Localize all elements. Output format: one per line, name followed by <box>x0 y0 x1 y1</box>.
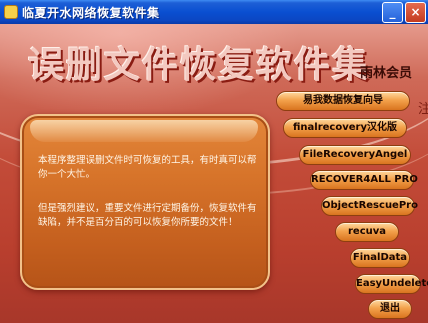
main-canvas: 误删文件恢复软件集 雨林会员 注 本程序整理误删文件时可恢复的工具，有时真可以帮… <box>0 24 428 323</box>
close-button[interactable]: × <box>405 2 426 23</box>
window-title: 临夏开水网络恢复软件集 <box>22 6 160 20</box>
info-paragraph: 但是强烈建议，重要文件进行定期备份，恢复软件有缺陷，并不是百分百的可以恢复你所要… <box>38 203 257 228</box>
banner-title: 误删文件恢复软件集 <box>28 44 371 86</box>
side-note: 注 <box>418 102 428 117</box>
app-icon <box>4 5 18 19</box>
info-paragraph: 本程序整理误删文件时可恢复的工具，有时真可以帮你一个大忙。 <box>38 155 257 180</box>
finaldata-button[interactable]: FinalData <box>350 248 410 268</box>
easyundelete-button[interactable]: EasyUndelete <box>355 274 428 294</box>
panel-gloss <box>30 120 258 142</box>
info-panel: 本程序整理误删文件时可恢复的工具，有时真可以帮你一个大忙。 但是强烈建议，重要文… <box>20 114 270 290</box>
filerecoveryangel-button[interactable]: FileRecoveryAngel <box>299 145 411 165</box>
finalrecovery-button[interactable]: finalrecovery汉化版 <box>283 118 407 138</box>
exit-button[interactable]: 退出 <box>368 299 412 319</box>
recover4all-button[interactable]: RECOVER4ALL PRO <box>310 170 418 190</box>
title-bar[interactable]: 临夏开水网络恢复软件集 _ × <box>0 0 428 24</box>
minimize-button[interactable]: _ <box>382 2 403 23</box>
easeus-recovery-button[interactable]: 易我数据恢复向导 <box>276 91 410 111</box>
recuva-button[interactable]: recuva <box>335 222 399 242</box>
author-label: 雨林会员 <box>360 66 413 81</box>
objectrescuepro-button[interactable]: ObjectRescuePro <box>321 196 418 216</box>
